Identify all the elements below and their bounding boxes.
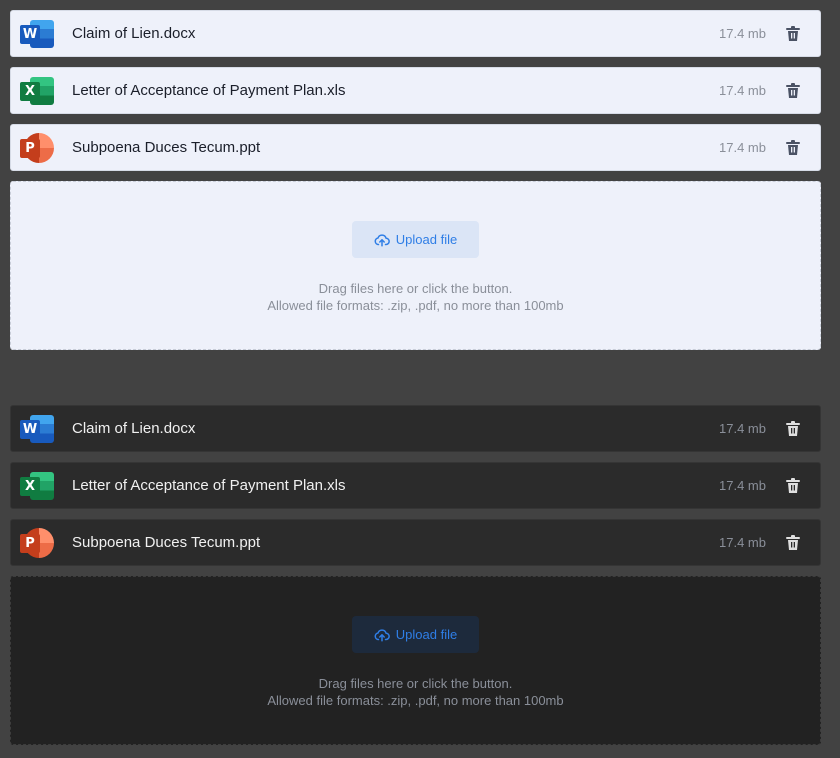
upload-hint-line-1: Drag files here or click the button. — [318, 281, 513, 296]
file-upload-light: W Claim of Lien.docx 17.4 mb X Letter of Acc… — [10, 10, 821, 350]
file-upload-dark: W Claim of Lien.docx 17.4 mb X Letter of Acc… — [10, 405, 821, 745]
file-name: Claim of Lien.docx — [72, 25, 196, 42]
file-name: Subpoena Duces Tecum.ppt — [72, 534, 261, 551]
delete-file-button[interactable] — [784, 25, 802, 43]
file-name: Claim of Lien.docx — [72, 420, 196, 437]
upload-hint-line-1: Drag files here or click the button. — [318, 676, 513, 691]
upload-hint: Drag files here or click the button. Allo… — [267, 280, 563, 314]
file-row[interactable]: X Letter of Acceptance of Payment Plan.xl… — [10, 462, 821, 509]
file-size: 17.4 mb — [719, 140, 766, 155]
drop-zone[interactable]: Upload file Drag files here or click the … — [10, 576, 821, 745]
upload-button-label: Upload file — [395, 627, 458, 642]
file-size: 17.4 mb — [719, 83, 766, 98]
cloud-upload-icon — [374, 233, 390, 247]
file-size: 17.4 mb — [719, 26, 766, 41]
file-row[interactable]: X Letter of Acceptance of Payment Plan.xl… — [10, 67, 821, 114]
excel-file-icon: X — [20, 76, 54, 106]
delete-file-button[interactable] — [784, 420, 802, 438]
delete-file-button[interactable] — [784, 139, 802, 157]
upload-file-button[interactable]: Upload file — [352, 221, 479, 258]
file-size: 17.4 mb — [719, 535, 766, 550]
word-file-icon: W — [20, 414, 54, 444]
trash-icon — [786, 26, 800, 41]
file-name: Letter of Acceptance of Payment Plan.xls — [72, 477, 346, 494]
ppt-file-icon: P — [20, 527, 54, 558]
delete-file-button[interactable] — [784, 534, 802, 552]
excel-file-icon: X — [20, 471, 54, 501]
cloud-upload-icon — [374, 628, 390, 642]
file-name: Subpoena Duces Tecum.ppt — [72, 139, 261, 156]
word-file-icon: W — [20, 19, 54, 49]
trash-icon — [786, 421, 800, 436]
upload-hint-line-2: Allowed file formats: .zip, .pdf, no mor… — [267, 298, 564, 313]
trash-icon — [786, 83, 800, 98]
drop-zone[interactable]: Upload file Drag files here or click the … — [10, 181, 821, 350]
file-row[interactable]: P Subpoena Duces Tecum.ppt 17.4 mb — [10, 519, 821, 566]
file-row[interactable]: P Subpoena Duces Tecum.ppt 17.4 mb — [10, 124, 821, 171]
upload-hint-line-2: Allowed file formats: .zip, .pdf, no mor… — [267, 693, 564, 708]
trash-icon — [786, 140, 800, 155]
file-size: 17.4 mb — [719, 478, 766, 493]
upload-button-label: Upload file — [395, 232, 458, 247]
delete-file-button[interactable] — [784, 477, 802, 495]
file-row[interactable]: W Claim of Lien.docx 17.4 mb — [10, 405, 821, 452]
trash-icon — [786, 535, 800, 550]
upload-hint: Drag files here or click the button. Allo… — [267, 675, 563, 709]
file-row[interactable]: W Claim of Lien.docx 17.4 mb — [10, 10, 821, 57]
upload-file-button[interactable]: Upload file — [352, 616, 479, 653]
trash-icon — [786, 478, 800, 493]
file-size: 17.4 mb — [719, 421, 766, 436]
file-name: Letter of Acceptance of Payment Plan.xls — [72, 82, 346, 99]
ppt-file-icon: P — [20, 132, 54, 163]
delete-file-button[interactable] — [784, 82, 802, 100]
